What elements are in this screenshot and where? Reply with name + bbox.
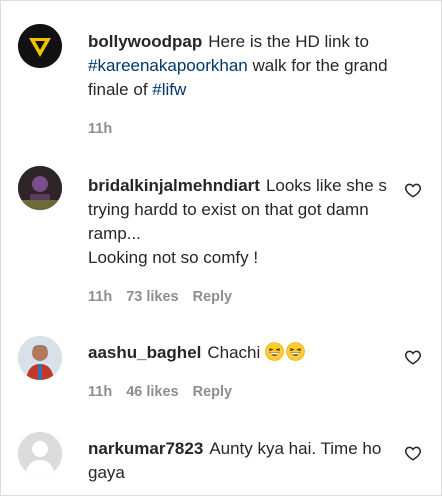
heart-outline-icon[interactable]: [404, 181, 422, 199]
comment-timestamp[interactable]: 11h: [88, 384, 112, 400]
comment-timestamp[interactable]: 11h: [88, 289, 112, 305]
avatar-image: [18, 166, 62, 210]
comment-username[interactable]: narkumar7823: [88, 439, 203, 458]
comment-text: aashu_baghel Chachi: [88, 341, 388, 365]
reply-button[interactable]: Reply: [193, 289, 233, 305]
comment-username[interactable]: bollywoodpap: [88, 32, 202, 51]
default-avatar-icon: [18, 432, 62, 476]
heart-outline-icon[interactable]: [404, 348, 422, 366]
comment-username[interactable]: bridalkinjalmehndiart: [88, 176, 260, 195]
comment-text: bridalkinjalmehndiart Looks like she s tr…: [88, 176, 387, 267]
comment-meta: 11h: [88, 121, 126, 137]
hashtag-link[interactable]: #kareenakapoorkhan: [88, 56, 248, 75]
comment-text: narkumar7823 Aunty kya hai. Time ho gaya: [88, 439, 382, 482]
avatar[interactable]: [18, 166, 62, 210]
comment-timestamp[interactable]: 11h: [88, 121, 112, 137]
reply-button[interactable]: Reply: [193, 384, 233, 400]
avatar[interactable]: [18, 336, 62, 380]
like-count[interactable]: 73 likes: [126, 289, 178, 305]
avatar[interactable]: [18, 432, 62, 476]
comment-meta: 11h 73 likes Reply: [88, 289, 246, 305]
comment-text: bollywoodpap Here is the HD link to #kare…: [88, 32, 388, 99]
grinning-squinting-face-icon: [286, 342, 305, 361]
bollywoodpap-logo-icon: [18, 24, 62, 68]
avatar[interactable]: [18, 24, 62, 68]
grinning-squinting-face-icon: [265, 342, 284, 361]
comment-meta: 11h 46 likes Reply: [88, 384, 246, 400]
avatar-image: [18, 336, 62, 380]
like-count[interactable]: 46 likes: [126, 384, 178, 400]
heart-outline-icon[interactable]: [404, 444, 422, 462]
comment-username[interactable]: aashu_baghel: [88, 343, 201, 362]
hashtag-link[interactable]: #lifw: [152, 80, 186, 99]
